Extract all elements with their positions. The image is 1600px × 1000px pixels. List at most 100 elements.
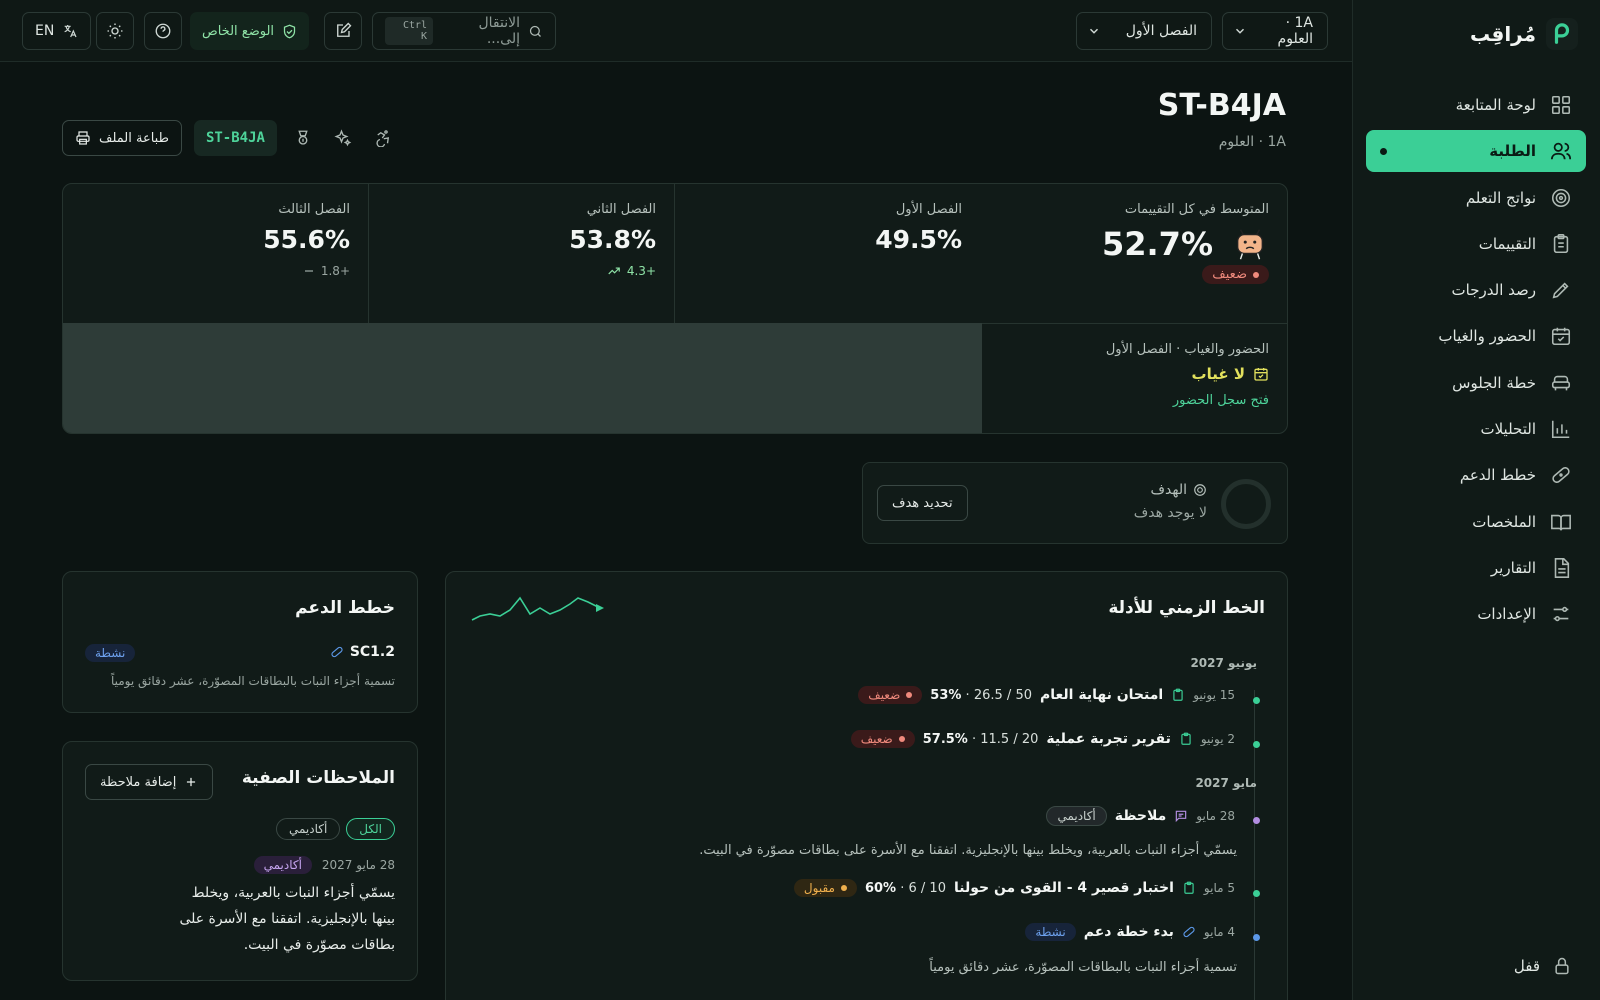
entry-note: يسمّي أجزاء النبات بالعربية، ويخلط بينها… <box>699 843 1237 858</box>
term-value: 53.8% <box>569 225 656 254</box>
sidebar-item-label: الإعدادات <box>1477 605 1536 624</box>
class-notes-card: الملاحظات الصفية إضافة ملاحظة الكل أكادي… <box>62 741 418 981</box>
sidebar-item-summaries[interactable]: الملخصات <box>1366 501 1586 543</box>
language-button[interactable]: EN <box>22 12 92 50</box>
entry-date: 15 يونيو <box>1193 688 1235 702</box>
filter-all[interactable]: الكل <box>346 818 395 840</box>
timeline-entry[interactable]: 2 يونيو تقرير تجربة عملية 20 / 11.5 · 57… <box>466 730 1261 760</box>
bar-chart-icon <box>1550 418 1572 440</box>
sidebar-item-attendance[interactable]: الحضور والغياب <box>1366 315 1586 357</box>
plan-description: تسمية أجزاء النبات بالبطاقات المصوّرة، ع… <box>110 674 395 688</box>
goal-subtitle: لا يوجد هدف <box>1133 505 1207 521</box>
dashboard-icon <box>1550 94 1572 116</box>
class-select-value: 1A · العلوم <box>1277 15 1313 47</box>
translate-icon <box>62 23 78 39</box>
sidebar-item-label: نواتج التعلم <box>1465 188 1536 207</box>
clipboard-icon <box>1182 881 1196 895</box>
note-filters: الكل أكاديمي <box>275 818 395 840</box>
overall-average: المتوسط في كل التقييمات 52.7% ضعيف <box>980 184 1287 323</box>
attendance-title: الحضور والغياب · الفصل الأول <box>1105 342 1269 357</box>
add-note-button[interactable]: إضافة ملاحظة <box>85 764 214 800</box>
status-badge: ضعيف <box>850 730 915 748</box>
sidebar-item-grade-entry[interactable]: رصد الدرجات <box>1366 269 1586 311</box>
edit-icon <box>334 22 352 40</box>
bandage-icon <box>330 645 344 659</box>
calendar-icon <box>1550 325 1572 347</box>
sidebar-item-reports[interactable]: التقارير <box>1366 547 1586 589</box>
search-input[interactable]: الانتقال إلى... Ctrl K <box>372 12 556 50</box>
sidebar-item-label: الحضور والغياب <box>1438 327 1536 346</box>
overall-value: 52.7% <box>1101 225 1213 263</box>
entry-name: امتحان نهاية العام <box>1039 687 1164 703</box>
timeline-entry[interactable]: 5 مايو اختبار قصير 4 - القوى من حولنا 10… <box>466 879 1261 909</box>
filter-academic[interactable]: أكاديمي <box>275 818 341 840</box>
printer-icon <box>75 130 91 146</box>
sidebar-item-label: التحليلات <box>1480 420 1536 439</box>
entry-date: 4 مايو <box>1203 925 1235 939</box>
timeline-entry[interactable]: 15 يونيو امتحان نهاية العام 50 / 26.5 · … <box>466 686 1261 716</box>
attendance-log-link[interactable]: فتح سجل الحضور <box>980 393 1269 408</box>
class-select[interactable]: 1A · العلوم <box>1222 12 1328 50</box>
timeline-month: مايو 2027 <box>1195 776 1257 790</box>
edit-button[interactable] <box>324 12 362 50</box>
lock-icon <box>1552 956 1572 976</box>
search-icon <box>528 24 543 39</box>
overall-label: المتوسط في كل التقييمات <box>1124 202 1269 217</box>
sidebar-item-label: الطلبة <box>1489 142 1536 161</box>
lock-button[interactable]: قفل <box>1514 956 1572 976</box>
sidebar-item-analytics[interactable]: التحليلات <box>1366 408 1586 450</box>
sidebar-item-settings[interactable]: الإعدادات <box>1366 593 1586 635</box>
shield-check-icon <box>282 24 297 39</box>
category-tag: أكاديمي <box>253 856 312 874</box>
status-badge: نشطة <box>85 644 136 662</box>
help-icon <box>154 22 172 40</box>
stats-card: المتوسط في كل التقييمات 52.7% ضعيف الفصل… <box>62 183 1288 434</box>
plan-code[interactable]: SC1.2 <box>330 644 395 660</box>
users-icon <box>1550 140 1572 162</box>
term-label: الفصل الثالث <box>278 202 350 217</box>
clipboard-icon <box>1171 688 1185 702</box>
accessibility-icon[interactable] <box>369 120 397 156</box>
attendance-chart-area <box>63 323 982 433</box>
evidence-timeline: الخط الزمني للأدلة يونيو 2027 15 يونيو ا… <box>445 571 1288 1000</box>
private-mode-toggle[interactable]: الوضع الخاص <box>190 12 310 50</box>
entry-name: ملاحظة <box>1114 808 1167 824</box>
timeline-dot <box>1253 741 1260 748</box>
note-text: يسمّي أجزاء النبات بالعربية، ويخلط بينها… <box>179 885 395 953</box>
sidebar-nav: لوحة المتابعة الطلبة نواتج التعلم التقيي… <box>1366 84 1586 640</box>
theme-toggle[interactable] <box>96 12 134 50</box>
sparkles-icon[interactable] <box>329 120 357 156</box>
attendance-panel: الحضور والغياب · الفصل الأول لا غياب فتح… <box>980 323 1287 433</box>
timeline-entry[interactable]: 28 مايو ملاحظة أكاديمي <box>466 806 1261 836</box>
sidebar-item-seating-plan[interactable]: خطة الجلوس <box>1366 362 1586 404</box>
timeline-entry[interactable]: 4 مايو بدء خطة دعم نشطة <box>466 923 1261 953</box>
sidebar-item-support-plans[interactable]: خطط الدعم <box>1366 454 1586 496</box>
search-placeholder: الانتقال إلى... <box>478 15 520 47</box>
print-button[interactable]: طباعة الملف <box>62 120 182 156</box>
set-goal-button[interactable]: تحديد هدف <box>877 485 968 521</box>
sidebar-item-dashboard[interactable]: لوحة المتابعة <box>1366 84 1586 126</box>
help-button[interactable] <box>144 12 182 50</box>
entry-score: 10 / 6 · 60% <box>864 880 946 896</box>
term-2-average: الفصل الثاني 53.8% +4.3 <box>368 184 674 323</box>
page-title: ST-B4JA <box>1157 88 1286 123</box>
term-select[interactable]: الفصل الأول <box>1076 12 1212 50</box>
goal-card: الهدف لا يوجد هدف تحديد هدف <box>862 462 1288 544</box>
sidebar-item-learning-outcomes[interactable]: نواتج التعلم <box>1366 177 1586 219</box>
sidebar-item-label: رصد الدرجات <box>1451 281 1536 300</box>
sidebar-item-label: لوحة المتابعة <box>1455 96 1536 114</box>
entry-date: 28 مايو <box>1196 809 1235 823</box>
attendance-value: لا غياب <box>980 365 1269 383</box>
status-badge: نشطة <box>1025 923 1076 941</box>
sidebar-item-students[interactable]: الطلبة <box>1366 130 1586 173</box>
entry-date: 5 مايو <box>1203 881 1235 895</box>
clipboard-icon <box>1179 732 1193 746</box>
brand[interactable]: مُراقِب <box>1470 18 1578 50</box>
sidebar-item-assessments[interactable]: التقييمات <box>1366 223 1586 265</box>
student-code-chip[interactable]: ST-B4JA <box>193 120 277 156</box>
entry-date: 2 يونيو <box>1200 732 1235 746</box>
language-label: EN <box>35 23 55 39</box>
badge-icon[interactable] <box>289 120 317 156</box>
timeline-dot <box>1253 890 1260 897</box>
pencil-icon <box>1550 279 1572 301</box>
